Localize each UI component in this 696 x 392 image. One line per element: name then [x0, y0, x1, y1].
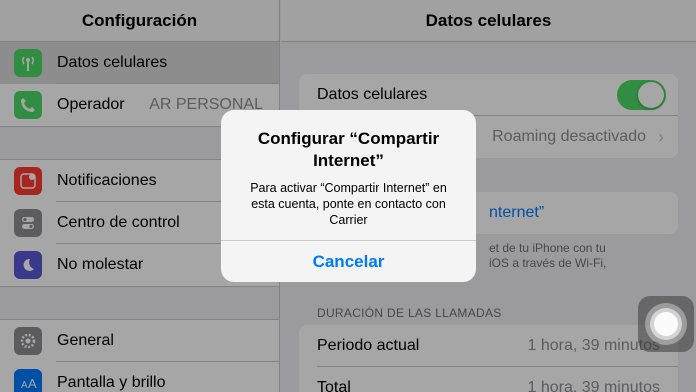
alert-button-bar: Cancelar — [221, 240, 476, 282]
alert-message: Para activar “Compartir Internet” en est… — [250, 181, 447, 227]
alert-title: Configurar “Compartir Internet” — [257, 129, 440, 170]
alert-dialog: Configurar “Compartir Internet” Para act… — [221, 110, 476, 282]
cancel-button[interactable]: Cancelar — [313, 252, 385, 272]
assistive-touch-button[interactable] — [638, 296, 694, 352]
